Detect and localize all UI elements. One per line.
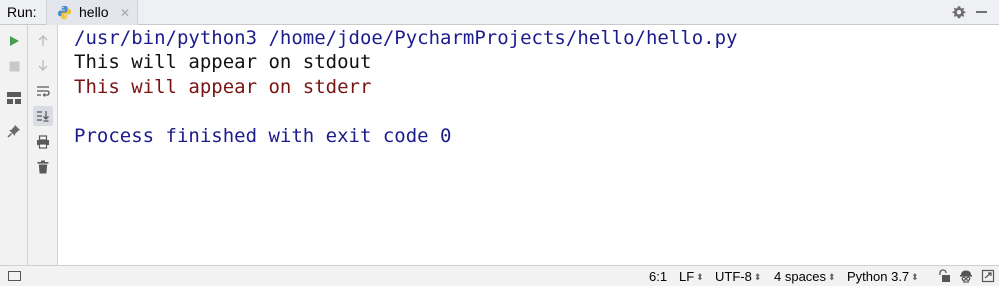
gear-icon[interactable] xyxy=(951,4,967,20)
indent-label: 4 spaces xyxy=(774,269,827,284)
chevron-updown-icon: ⬍ xyxy=(696,272,704,282)
console-command-line: /usr/bin/python3 /home/jdoe/PycharmProje… xyxy=(74,27,738,49)
run-label: Run: xyxy=(7,4,37,20)
soft-wrap-icon[interactable] xyxy=(33,81,53,101)
line-separator-label: LF xyxy=(679,269,695,284)
run-toolbar-secondary xyxy=(28,25,58,265)
console-stderr-line: This will appear on stderr xyxy=(74,76,372,98)
console-output[interactable]: /usr/bin/python3 /home/jdoe/PycharmProje… xyxy=(58,25,999,265)
indent-selector[interactable]: 4 spaces ⬍ xyxy=(774,269,836,284)
close-icon[interactable]: ✕ xyxy=(120,6,130,20)
chevron-updown-icon: ⬍ xyxy=(911,272,919,282)
pin-icon[interactable] xyxy=(4,121,24,141)
trash-icon[interactable] xyxy=(33,157,53,177)
encoding-label: UTF-8 xyxy=(715,269,752,284)
layout-icon[interactable] xyxy=(4,88,24,108)
stop-icon[interactable] xyxy=(4,56,24,76)
line-separator-selector[interactable]: LF ⬍ xyxy=(679,269,704,284)
tool-windows-toggle-icon[interactable] xyxy=(8,271,21,281)
down-arrow-icon[interactable] xyxy=(33,55,53,75)
up-arrow-icon[interactable] xyxy=(33,31,53,51)
run-tool-window-header: Run: hello ✕ xyxy=(0,0,999,25)
lock-icon[interactable] xyxy=(937,269,951,283)
chevron-updown-icon: ⬍ xyxy=(828,272,836,282)
run-toolbar-primary xyxy=(0,25,28,265)
caret-position[interactable]: 6:1 xyxy=(649,269,667,284)
console-exit-line: Process finished with exit code 0 xyxy=(74,125,452,147)
interpreter-label: Python 3.7 xyxy=(847,269,910,284)
run-tab-label: hello xyxy=(79,4,109,20)
python-file-icon xyxy=(57,5,72,20)
console-stdout-line: This will appear on stdout xyxy=(74,51,372,73)
run-icon[interactable] xyxy=(4,31,24,51)
run-tab-hello[interactable]: hello ✕ xyxy=(46,0,138,25)
print-icon[interactable] xyxy=(33,132,53,152)
scroll-to-end-icon[interactable] xyxy=(33,106,53,126)
minimize-icon[interactable] xyxy=(976,11,987,13)
notifications-icon[interactable] xyxy=(981,269,995,283)
interpreter-selector[interactable]: Python 3.7 ⬍ xyxy=(847,269,919,284)
encoding-selector[interactable]: UTF-8 ⬍ xyxy=(715,269,761,284)
status-bar: 6:1 LF ⬍ UTF-8 ⬍ 4 spaces ⬍ Python 3.7 ⬍ xyxy=(0,265,999,286)
chevron-updown-icon: ⬍ xyxy=(753,272,762,282)
inspector-icon[interactable] xyxy=(959,269,973,283)
